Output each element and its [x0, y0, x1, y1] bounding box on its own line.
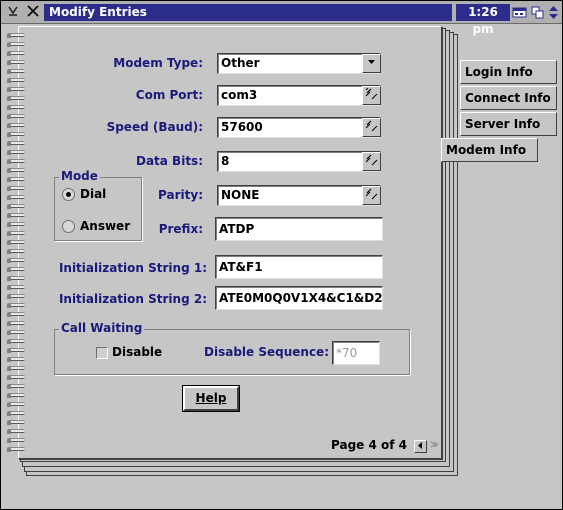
prefix-label: Prefix: [158, 222, 203, 236]
speed-label: Speed (Baud): [106, 120, 203, 134]
page-next-icon[interactable] [427, 440, 440, 453]
binding-ring [3, 112, 27, 121]
tab-label: Connect Info [465, 91, 551, 105]
page-indicator: Page 4 of 4 [331, 438, 407, 452]
binding-ring [3, 202, 27, 211]
binding-ring [3, 85, 27, 94]
init-string-2-label: Initialization String 2: [58, 292, 207, 306]
binding-ring [3, 364, 27, 373]
mode-answer-radio[interactable] [62, 220, 75, 233]
binding-ring [3, 193, 27, 202]
binding-ring [3, 328, 27, 337]
binding-ring [3, 427, 27, 436]
binding-ring [3, 400, 27, 409]
modem-type-select[interactable]: Other [217, 53, 381, 74]
binding-ring [3, 391, 27, 400]
tab-connect-info[interactable]: Connect Info [460, 86, 557, 110]
disable-sequence-label: Disable Sequence: [204, 345, 329, 359]
disable-checkbox[interactable] [96, 347, 108, 359]
binding-ring [3, 184, 27, 193]
binding-ring [3, 49, 27, 58]
spin-icon[interactable] [362, 186, 381, 205]
binding-ring [3, 373, 27, 382]
prefix-field[interactable]: ATDP [215, 217, 383, 241]
binding-ring [3, 337, 27, 346]
tab-server-info[interactable]: Server Info [460, 112, 557, 136]
binding-ring [3, 229, 27, 238]
window-title: Modify Entries [44, 4, 452, 21]
binding-ring [3, 175, 27, 184]
binding-ring [3, 292, 27, 301]
binding-ring [3, 445, 27, 454]
notebook-binding [3, 31, 27, 461]
binding-ring [3, 40, 27, 49]
com-port-field[interactable]: com3 [217, 85, 381, 106]
modify-entries-window: Modify Entries 1:26 pm Login Info Connec… [0, 0, 563, 510]
spin-icon[interactable] [362, 86, 381, 105]
binding-ring [3, 301, 27, 310]
clock: 1:26 pm [456, 4, 510, 36]
binding-ring [3, 220, 27, 229]
tab-label: Server Info [465, 117, 541, 131]
disable-sequence-field[interactable]: *70 [332, 341, 380, 365]
binding-ring [3, 94, 27, 103]
mode-dial-radio[interactable] [62, 188, 75, 201]
title-bar: Modify Entries 1:26 pm [1, 1, 562, 36]
binding-ring [3, 139, 27, 148]
spin-icon[interactable] [362, 118, 381, 137]
dropdown-arrow-icon[interactable] [362, 54, 381, 73]
tab-label: Login Info [465, 65, 533, 79]
binding-ring [3, 274, 27, 283]
disable-label: Disable [112, 345, 163, 359]
binding-ring [3, 31, 27, 40]
mode-dial-label: Dial [80, 187, 107, 201]
page-prev-icon[interactable] [414, 440, 427, 453]
window-list-icon[interactable] [512, 5, 527, 20]
binding-ring [3, 319, 27, 328]
com-port-label: Com Port: [135, 88, 203, 102]
binding-ring [3, 283, 27, 292]
binding-ring [3, 382, 27, 391]
parity-field[interactable]: NONE [217, 185, 381, 206]
tab-modem-info[interactable]: Modem Info [441, 138, 538, 162]
system-menu-icon[interactable] [5, 4, 21, 20]
binding-ring [3, 238, 27, 247]
tab-login-info[interactable]: Login Info [460, 60, 557, 84]
parity-label: Parity: [158, 188, 203, 202]
binding-ring [3, 76, 27, 85]
up-down-icon[interactable] [546, 5, 561, 20]
binding-ring [3, 310, 27, 319]
binding-ring [3, 58, 27, 67]
init-string-2-field[interactable]: ATE0M0Q0V1X4&C1&D2 [215, 286, 383, 310]
init-string-1-field[interactable]: AT&F1 [215, 255, 383, 279]
binding-ring [3, 247, 27, 256]
binding-ring [3, 418, 27, 427]
tab-label: Modem Info [446, 143, 527, 157]
binding-ring [3, 130, 27, 139]
binding-ring [3, 436, 27, 445]
restore-icon[interactable] [530, 5, 545, 20]
binding-ring [3, 265, 27, 274]
help-button[interactable]: Help [182, 385, 240, 412]
binding-ring [3, 157, 27, 166]
binding-ring [3, 67, 27, 76]
modem-type-label: Modem Type: [113, 56, 203, 70]
mode-group-title: Mode [59, 169, 100, 183]
speed-field[interactable]: 57600 [217, 117, 381, 138]
binding-ring [3, 355, 27, 364]
spin-icon[interactable] [362, 152, 381, 171]
close-icon[interactable] [25, 4, 41, 20]
data-bits-label: Data Bits: [135, 154, 203, 168]
binding-ring [3, 148, 27, 157]
binding-ring [3, 121, 27, 130]
init-string-1-label: Initialization String 1: [58, 261, 207, 275]
binding-ring [3, 103, 27, 112]
binding-ring [3, 409, 27, 418]
binding-ring [3, 166, 27, 175]
binding-ring [3, 211, 27, 220]
binding-ring [3, 256, 27, 265]
call-waiting-title: Call Waiting [59, 321, 145, 335]
binding-ring [3, 346, 27, 355]
data-bits-field[interactable]: 8 [217, 151, 381, 172]
